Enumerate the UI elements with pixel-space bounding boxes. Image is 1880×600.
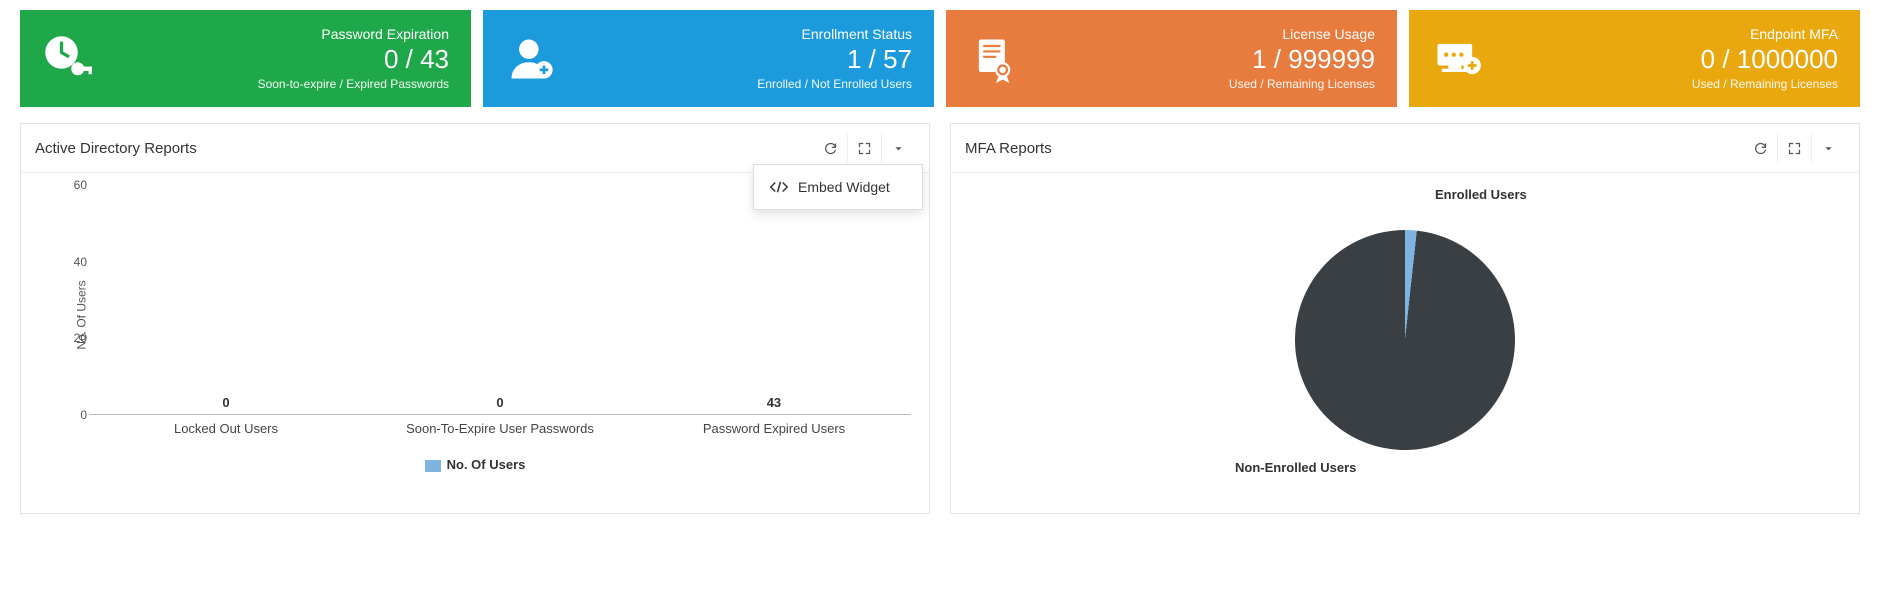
user-plus-icon (505, 33, 557, 85)
bar-value-label: 0 (363, 395, 637, 410)
y-tick: 60 (74, 178, 87, 192)
stat-value: 1 / 999999 (1032, 44, 1375, 75)
stat-value: 0 / 43 (106, 44, 449, 75)
stat-title: Enrollment Status (569, 26, 912, 42)
panel-ad-reports: Active Directory Reports Embed Widget (20, 123, 930, 514)
panel-mfa-reports: MFA Reports Enrolled Users Non-Enrolled … (950, 123, 1860, 514)
stat-card-enrollment-status[interactable]: Enrollment Status 1 / 57 Enrolled / Not En… (483, 10, 934, 107)
stat-title: Password Expiration (106, 26, 449, 42)
refresh-icon (1753, 141, 1768, 156)
clock-key-icon (42, 33, 94, 85)
refresh-icon (823, 141, 838, 156)
pie-label-nonenrolled: Non-Enrolled Users (1235, 460, 1356, 475)
stat-card-password-expiration[interactable]: Password Expiration 0 / 43 Soon-to-expire … (20, 10, 471, 107)
stat-value: 1 / 57 (569, 44, 912, 75)
y-tick: 40 (74, 255, 87, 269)
stat-value: 0 / 1000000 (1495, 44, 1838, 75)
expand-button[interactable] (847, 134, 881, 162)
stat-subtitle: Soon-to-expire / Expired Passwords (106, 77, 449, 91)
panel-menu-dropdown: Embed Widget (753, 164, 923, 210)
expand-button[interactable] (1777, 134, 1811, 162)
bar-chart-legend: No. Of Users (39, 457, 911, 472)
refresh-button[interactable] (813, 134, 847, 162)
refresh-button[interactable] (1743, 134, 1777, 162)
stat-title: License Usage (1032, 26, 1375, 42)
pie-label-enrolled: Enrolled Users (1435, 187, 1527, 202)
x-axis-label: Soon-To-Expire User Passwords (363, 415, 637, 445)
certificate-icon (968, 33, 1020, 85)
stat-subtitle: Used / Remaining Licenses (1032, 77, 1375, 91)
ad-bar-chart: No. Of Users 0204060 0043 Locked Out Use… (89, 185, 911, 445)
more-menu-button[interactable] (1811, 134, 1845, 162)
chevron-down-icon (1821, 141, 1836, 156)
embed-widget-label: Embed Widget (798, 179, 890, 195)
code-icon (770, 180, 788, 194)
panel-ad-title: Active Directory Reports (35, 140, 813, 157)
stat-subtitle: Used / Remaining Licenses (1495, 77, 1838, 91)
bar-value-label: 0 (89, 395, 363, 410)
y-tick: 0 (80, 408, 87, 422)
password-device-icon (1431, 33, 1483, 85)
y-tick: 20 (74, 331, 87, 345)
mfa-pie-chart: Enrolled Users Non-Enrolled Users (969, 185, 1841, 495)
more-menu-button[interactable] (881, 134, 915, 162)
stat-card-license-usage[interactable]: License Usage 1 / 999999 Used / Remaining … (946, 10, 1397, 107)
stat-card-endpoint-mfa[interactable]: Endpoint MFA 0 / 1000000 Used / Remaining … (1409, 10, 1860, 107)
embed-widget-menu-item[interactable]: Embed Widget (754, 171, 922, 203)
expand-icon (1787, 141, 1802, 156)
stat-title: Endpoint MFA (1495, 26, 1838, 42)
legend-label: No. Of Users (447, 457, 526, 472)
legend-swatch (425, 460, 441, 472)
bar-value-label: 43 (637, 395, 911, 410)
stat-subtitle: Enrolled / Not Enrolled Users (569, 77, 912, 91)
x-axis-label: Password Expired Users (637, 415, 911, 445)
x-axis-label: Locked Out Users (89, 415, 363, 445)
panel-mfa-title: MFA Reports (965, 140, 1743, 157)
expand-icon (857, 141, 872, 156)
chevron-down-icon (891, 141, 906, 156)
